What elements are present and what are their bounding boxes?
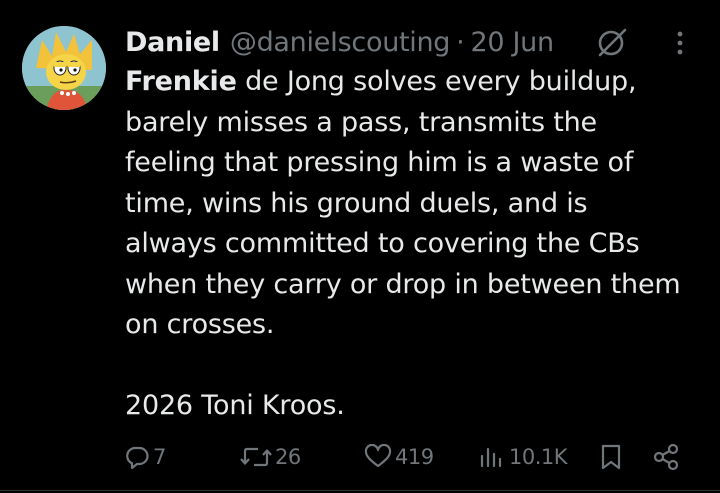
tweet-body-line: time, wins his ground duels, and is [125,187,588,219]
tweet-body-closing: 2026 Toni Kroos. [125,390,345,421]
tweet-body-line: feeling that pressing him is a waste of [125,147,634,178]
bookmark-button[interactable] [598,437,624,477]
tweet-body-bold-word: Frenkie [125,66,237,97]
views-icon [478,444,506,470]
grok-icon[interactable] [594,24,630,60]
like-button[interactable]: 419 [364,437,434,477]
like-count: 419 [395,445,434,469]
repost-count: 26 [275,445,301,469]
tweet-body-line-rest: de Jong solves every buildup, [236,66,637,97]
heart-icon [364,444,392,470]
reply-icon [124,444,150,470]
tweet[interactable]: Daniel @danieIscouting · 20 Jun Frenkie … [0,0,720,493]
author-name[interactable]: Daniel [125,27,220,58]
tweet-body-line: always committed to covering the CBs [125,228,640,259]
share-icon [652,443,680,471]
tweet-date[interactable]: 20 Jun [470,27,554,58]
repost-icon [240,444,272,470]
header-separator: · [456,26,465,58]
avatar-image [22,26,106,110]
reply-button[interactable]: 7 [124,437,166,477]
tweet-body-line: barely misses a pass, transmits the [125,106,597,138]
more-icon[interactable] [670,28,690,58]
share-button[interactable] [652,437,680,477]
author-handle[interactable]: @danieIscouting [230,27,451,58]
tweet-header: Daniel @danieIscouting · 20 Jun [125,22,554,62]
action-bar: 7 26 419 10.1K [0,437,720,477]
views-count: 10.1K [509,445,568,469]
tweet-body-line: when they carry or drop in between them [125,268,681,300]
avatar[interactable] [22,26,106,110]
repost-button[interactable]: 26 [240,437,301,477]
reply-count: 7 [153,445,166,469]
tweet-body: Frenkie de Jong solves every buildup, ba… [125,62,715,427]
tweet-body-line: Frenkie de Jong solves every buildup, [125,62,715,103]
divider [0,490,720,491]
tweet-body-line: on crosses. [125,309,275,340]
views-button[interactable]: 10.1K [478,437,568,477]
bookmark-icon [598,443,624,471]
